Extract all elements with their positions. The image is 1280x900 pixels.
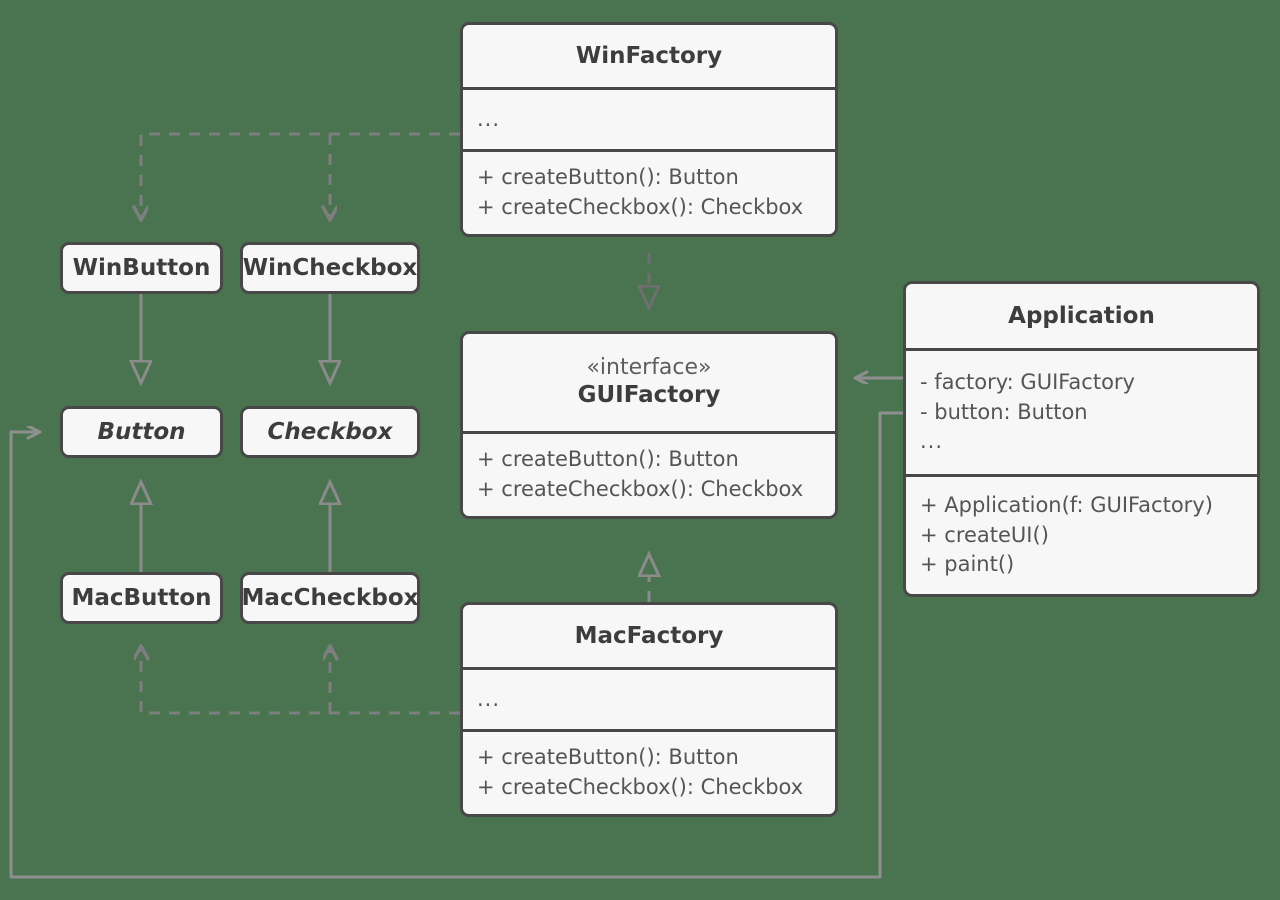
- class-box-macbutton[interactable]: MacButton: [60, 572, 223, 624]
- class-box-winbutton[interactable]: WinButton: [60, 242, 223, 294]
- uml-class-diagram: WinFactory ... + createButton(): Button …: [0, 0, 1280, 900]
- edge-winfactory-winbutton: [141, 132, 460, 220]
- class-attributes-compartment: ...: [463, 87, 835, 149]
- class-name-guifactory: GUIFactory: [577, 382, 721, 409]
- class-title-compartment: Application: [906, 284, 1257, 348]
- class-box-macfactory[interactable]: MacFactory ... + createButton(): Button …: [460, 602, 838, 817]
- class-methods-compartment: + Application(f: GUIFactory) + createUI(…: [906, 474, 1257, 594]
- class-name-winfactory: WinFactory: [575, 42, 723, 69]
- class-title-compartment: Button: [63, 409, 220, 455]
- class-name-application: Application: [1008, 302, 1155, 329]
- class-box-button[interactable]: Button: [60, 406, 223, 458]
- attribute-ellipsis: ...: [477, 686, 501, 711]
- class-attributes-compartment: ...: [463, 667, 835, 729]
- class-name-button: Button: [97, 418, 186, 445]
- attribute-button: - button: Button: [920, 399, 1088, 424]
- edge-macfactory-macbutton: [141, 646, 460, 715]
- method-application-constructor: + Application(f: GUIFactory): [920, 492, 1213, 517]
- class-name-winbutton: WinButton: [72, 254, 211, 281]
- method-paint: + paint(): [920, 552, 1015, 577]
- method-create-button: + createButton(): Button: [477, 165, 739, 190]
- class-title-compartment: MacFactory: [463, 605, 835, 667]
- class-methods-compartment: + createButton(): Button + createCheckbo…: [463, 149, 835, 234]
- class-name-checkbox: Checkbox: [267, 418, 393, 445]
- class-box-winfactory[interactable]: WinFactory ... + createButton(): Button …: [460, 22, 838, 237]
- method-create-checkbox: + createCheckbox(): Checkbox: [477, 477, 804, 501]
- class-box-maccheckbox[interactable]: MacCheckbox: [240, 572, 420, 624]
- method-create-checkbox: + createCheckbox(): Checkbox: [477, 775, 804, 799]
- method-create-checkbox: + createCheckbox(): Checkbox: [477, 195, 804, 219]
- class-methods-compartment: + createButton(): Button + createCheckbo…: [463, 431, 835, 516]
- method-create-ui: + createUI(): [920, 522, 1049, 547]
- method-create-button: + createButton(): Button: [477, 745, 739, 770]
- class-title-compartment: WinCheckbox: [243, 245, 417, 291]
- class-box-checkbox[interactable]: Checkbox: [240, 406, 420, 458]
- class-name-macfactory: MacFactory: [574, 622, 724, 649]
- attribute-ellipsis: ...: [920, 429, 944, 454]
- class-title-compartment: MacButton: [63, 575, 220, 621]
- attribute-ellipsis: ...: [477, 106, 501, 131]
- class-title-compartment: «interface» GUIFactory: [463, 334, 835, 431]
- class-title-compartment: WinButton: [63, 245, 220, 291]
- class-methods-compartment: + createButton(): Button + createCheckbo…: [463, 729, 835, 814]
- class-box-guifactory[interactable]: «interface» GUIFactory + createButton():…: [460, 331, 838, 519]
- class-name-macbutton: MacButton: [71, 584, 212, 611]
- method-create-button: + createButton(): Button: [477, 447, 739, 472]
- class-box-application[interactable]: Application - factory: GUIFactory - butt…: [903, 281, 1260, 597]
- class-title-compartment: MacCheckbox: [243, 575, 417, 621]
- stereotype-interface: «interface»: [586, 354, 712, 380]
- class-name-maccheckbox: MacCheckbox: [241, 584, 419, 611]
- class-title-compartment: WinFactory: [463, 25, 835, 87]
- class-box-wincheckbox[interactable]: WinCheckbox: [240, 242, 420, 294]
- class-name-wincheckbox: WinCheckbox: [242, 254, 418, 281]
- class-title-compartment: Checkbox: [243, 409, 417, 455]
- class-attributes-compartment: - factory: GUIFactory - button: Button .…: [906, 348, 1257, 474]
- attribute-factory: - factory: GUIFactory: [920, 369, 1135, 394]
